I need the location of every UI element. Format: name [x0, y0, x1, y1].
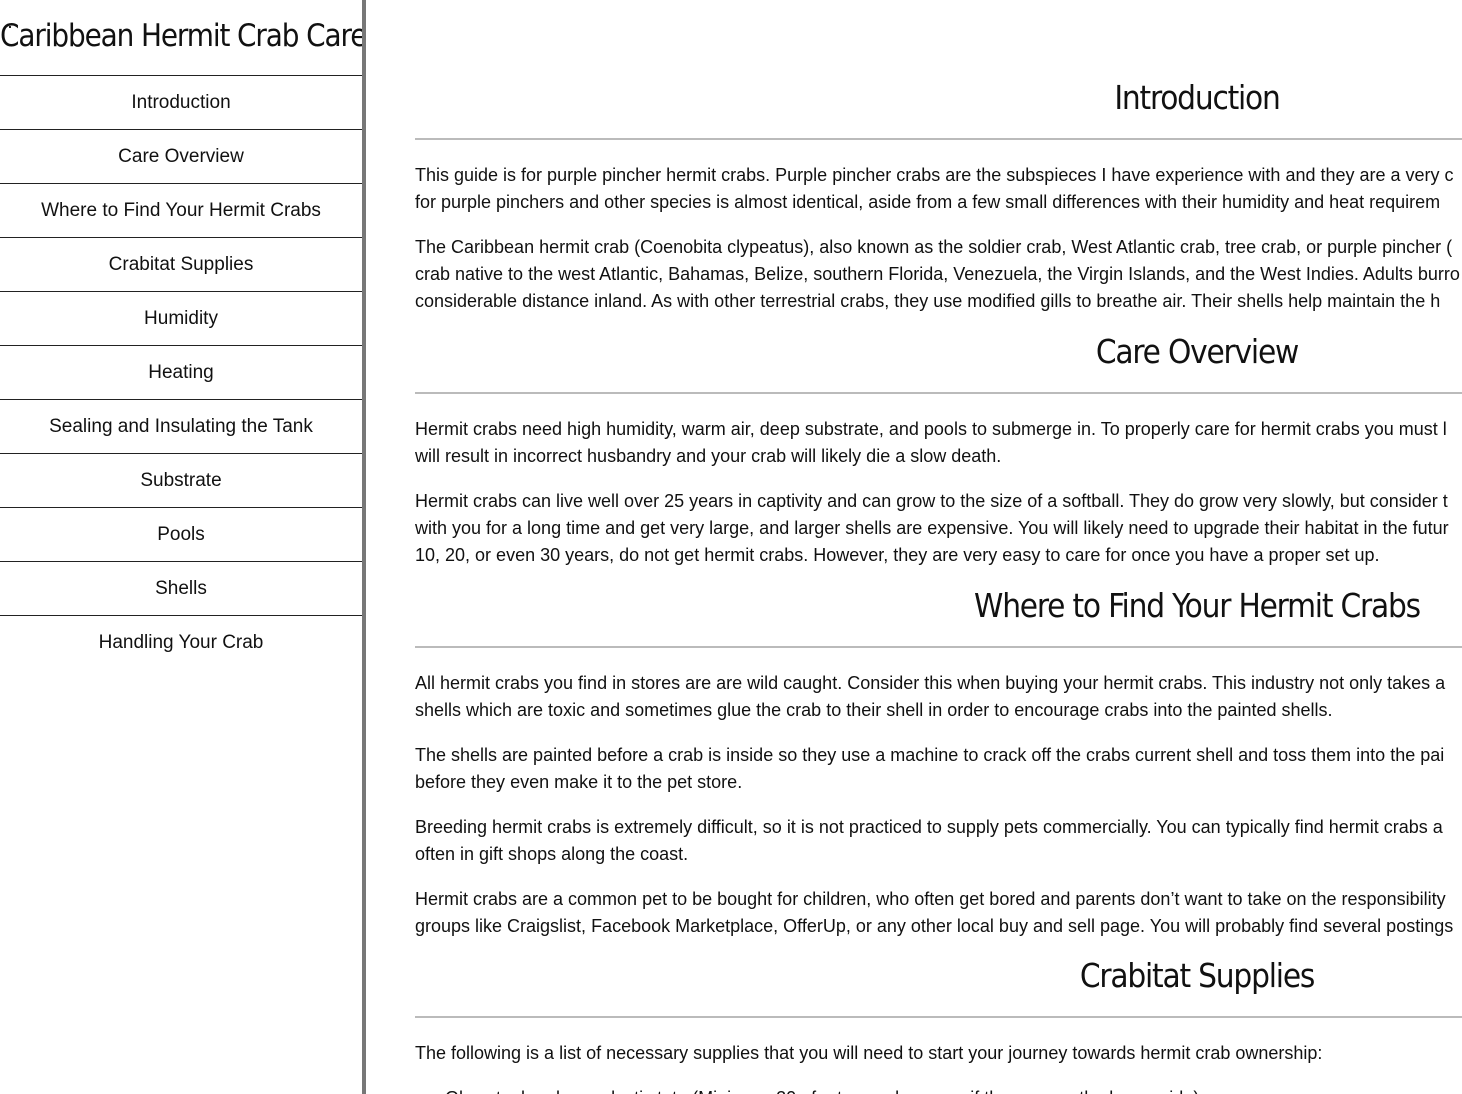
paragraph-line: for purple pinchers and other species is… [415, 192, 1441, 212]
section-heading: Introduction [1114, 78, 1280, 117]
paragraph-line: shells which are toxic and sometimes glu… [415, 700, 1333, 720]
section-care-overview: Care Overview Hermit crabs need high hum… [415, 326, 1462, 587]
paragraph: The Caribbean hermit crab (Coenobita cly… [415, 234, 1462, 315]
paragraph: The following is a list of necessary sup… [415, 1040, 1462, 1067]
main-content: Introduction This guide is for purple pi… [366, 0, 1462, 1094]
paragraph-line: The following is a list of necessary sup… [415, 1043, 1323, 1063]
supplies-list: Glass tank or large plastic tote (Minimu… [415, 1085, 1462, 1094]
paragraph-line: considerable distance inland. As with ot… [415, 291, 1441, 311]
sidebar-item-crabitat-supplies[interactable]: Crabitat Supplies [0, 238, 362, 292]
paragraph-line: before they even make it to the pet stor… [415, 772, 743, 792]
paragraph-line: groups like Craigslist, Facebook Marketp… [415, 916, 1454, 936]
paragraph-line: will result in incorrect husbandry and y… [415, 446, 1002, 466]
paragraph: All hermit crabs you find in stores are … [415, 670, 1462, 724]
paragraph-line: The shells are painted before a crab is … [415, 745, 1445, 765]
sidebar-item-sealing[interactable]: Sealing and Insulating the Tank [0, 400, 362, 454]
section-divider [415, 392, 1462, 394]
section-heading: Where to Find Your Hermit Crabs [974, 586, 1421, 625]
paragraph-line: Hermit crabs need high humidity, warm ai… [415, 419, 1447, 439]
paragraph-line: crab native to the west Atlantic, Bahama… [415, 264, 1460, 284]
site-title[interactable]: Caribbean Hermit Crab Care [0, 0, 362, 76]
sidebar: Caribbean Hermit Crab Care Introduction … [0, 0, 366, 1094]
sidebar-item-pools[interactable]: Pools [0, 508, 362, 562]
sidebar-item-shells[interactable]: Shells [0, 562, 362, 616]
section-divider [415, 646, 1462, 648]
sidebar-item-care-overview[interactable]: Care Overview [0, 130, 362, 184]
paragraph-line: Hermit crabs are a common pet to be boug… [415, 889, 1446, 909]
paragraph-line: The Caribbean hermit crab (Coenobita cly… [415, 237, 1453, 257]
paragraph: Hermit crabs can live well over 25 years… [415, 488, 1462, 569]
list-item: Glass tank or large plastic tote (Minimu… [445, 1085, 1462, 1094]
paragraph-line: Breeding hermit crabs is extremely diffi… [415, 817, 1443, 837]
site-title-text: Caribbean Hermit Crab Care [0, 18, 362, 54]
sidebar-item-introduction[interactable]: Introduction [0, 76, 362, 130]
paragraph-line: This guide is for purple pincher hermit … [415, 165, 1454, 185]
section-crabitat-supplies: Crabitat Supplies The following is a lis… [415, 950, 1462, 1094]
section-divider [415, 1016, 1462, 1018]
paragraph: This guide is for purple pincher hermit … [415, 162, 1462, 216]
paragraph: Hermit crabs need high humidity, warm ai… [415, 416, 1462, 470]
paragraph-line: All hermit crabs you find in stores are … [415, 673, 1446, 693]
paragraph-line: 10, 20, or even 30 years, do not get her… [415, 545, 1380, 565]
sidebar-item-where-to-find[interactable]: Where to Find Your Hermit Crabs [0, 184, 362, 238]
sidebar-item-substrate[interactable]: Substrate [0, 454, 362, 508]
paragraph-line: Hermit crabs can live well over 25 years… [415, 491, 1448, 511]
paragraph-line: with you for a long time and get very la… [415, 518, 1449, 538]
sidebar-nav: Introduction Care Overview Where to Find… [0, 76, 362, 669]
sidebar-item-heating[interactable]: Heating [0, 346, 362, 400]
paragraph: The shells are painted before a crab is … [415, 742, 1462, 796]
title-dot [9, 26, 11, 28]
paragraph: Hermit crabs are a common pet to be boug… [415, 886, 1462, 940]
section-heading: Care Overview [1095, 332, 1299, 371]
paragraph: Breeding hermit crabs is extremely diffi… [415, 814, 1462, 868]
paragraph-line: often in gift shops along the coast. [415, 844, 689, 864]
section-heading: Crabitat Supplies [1079, 956, 1316, 995]
sidebar-item-handling[interactable]: Handling Your Crab [0, 616, 362, 669]
section-introduction: Introduction This guide is for purple pi… [415, 72, 1462, 333]
section-divider [415, 138, 1462, 140]
sidebar-item-humidity[interactable]: Humidity [0, 292, 362, 346]
section-where-to-find: Where to Find Your Hermit Crabs All herm… [415, 580, 1462, 958]
